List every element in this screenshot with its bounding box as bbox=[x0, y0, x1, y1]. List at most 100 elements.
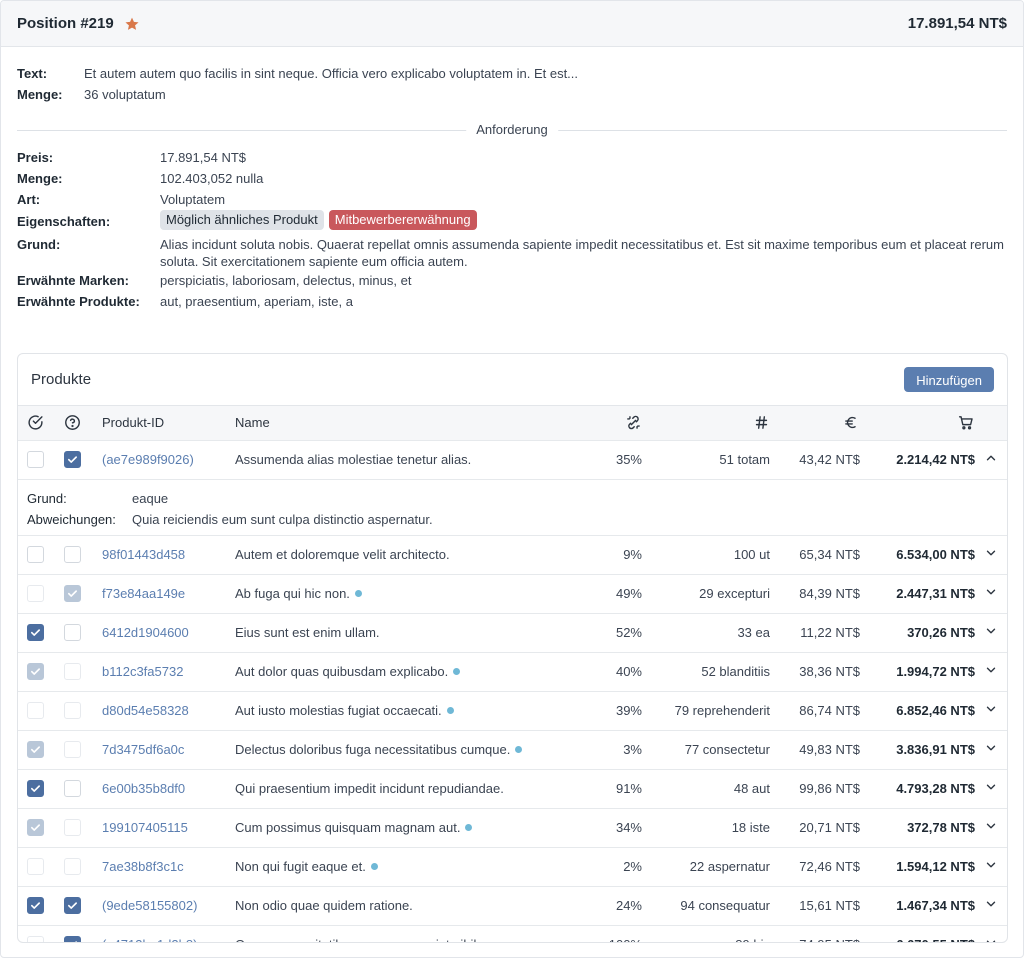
chevron-down-icon[interactable] bbox=[984, 819, 998, 833]
product-id-link[interactable]: (9ede58155802) bbox=[102, 898, 197, 913]
table-row[interactable]: (9ede58155802) Non odio quae quidem ratio… bbox=[18, 886, 1007, 926]
row-checked-checkbox[interactable] bbox=[27, 780, 44, 798]
match-percent: 40% bbox=[580, 652, 642, 692]
product-id-link[interactable]: 7ae38b8f3c1c bbox=[102, 859, 184, 874]
expand-toggle[interactable] bbox=[975, 808, 1007, 848]
marken-label: Erwähnte Marken: bbox=[17, 273, 129, 288]
product-id-link[interactable]: b112c3fa5732 bbox=[102, 664, 183, 679]
row-uncertain-checkbox[interactable] bbox=[64, 585, 81, 603]
table-row[interactable]: (a4713ba1d2b8) Quam necessitatibus accusa… bbox=[18, 925, 1007, 943]
chevron-down-icon[interactable] bbox=[984, 936, 998, 943]
table-row[interactable]: b112c3fa5732 Aut dolor quas quibusdam exp… bbox=[18, 652, 1007, 692]
chevron-down-icon[interactable] bbox=[984, 897, 998, 911]
product-id-link[interactable]: f73e84aa149e bbox=[102, 586, 185, 601]
col-total[interactable] bbox=[860, 406, 975, 441]
product-id-link[interactable]: (ae7e989f9026) bbox=[102, 452, 194, 467]
line-total: 372,78 NT$ bbox=[860, 808, 975, 848]
col-product-id[interactable]: Produkt-ID bbox=[102, 406, 235, 441]
row-uncertain-checkbox[interactable] bbox=[64, 780, 81, 798]
expand-toggle[interactable] bbox=[975, 691, 1007, 731]
row-checked-checkbox[interactable] bbox=[27, 702, 44, 720]
row-uncertain-checkbox[interactable] bbox=[64, 819, 81, 837]
preis-label: Preis: bbox=[17, 150, 54, 165]
row-uncertain-checkbox[interactable] bbox=[64, 936, 81, 942]
product-id-link[interactable]: 6412d1904600 bbox=[102, 625, 189, 640]
row-uncertain-checkbox[interactable] bbox=[64, 663, 81, 681]
row-checked-checkbox[interactable] bbox=[27, 451, 44, 469]
row-checked-checkbox[interactable] bbox=[27, 897, 44, 915]
table-row[interactable]: 7d3475df6a0c Delectus doloribus fuga nece… bbox=[18, 730, 1007, 770]
col-checked[interactable] bbox=[18, 406, 56, 441]
table-row[interactable]: (ae7e989f9026) Assumenda alias molestiae … bbox=[18, 440, 1007, 480]
table-row[interactable]: 7ae38b8f3c1c Non qui fugit eaque et. 2% 22 … bbox=[18, 847, 1007, 887]
row-checked-checkbox[interactable] bbox=[27, 585, 44, 603]
chevron-down-icon[interactable] bbox=[984, 858, 998, 872]
product-id-link[interactable]: 6e00b35b8df0 bbox=[102, 781, 185, 796]
row-uncertain-checkbox[interactable] bbox=[64, 546, 81, 564]
chevron-down-icon[interactable] bbox=[984, 663, 998, 677]
chevron-down-icon[interactable] bbox=[984, 546, 998, 560]
table-row[interactable]: 199107405115 Cum possimus quisquam magnam… bbox=[18, 808, 1007, 848]
col-expand bbox=[975, 406, 1007, 441]
row-uncertain-checkbox[interactable] bbox=[64, 624, 81, 642]
chevron-down-icon[interactable] bbox=[984, 702, 998, 716]
product-id-link[interactable]: 7d3475df6a0c bbox=[102, 742, 184, 757]
expand-toggle[interactable] bbox=[975, 613, 1007, 653]
expand-toggle[interactable] bbox=[975, 925, 1007, 943]
table-row[interactable]: 6e00b35b8df0 Qui praesentium impedit inci… bbox=[18, 769, 1007, 809]
quantity: 33 ea bbox=[642, 613, 770, 653]
expand-toggle[interactable] bbox=[975, 535, 1007, 575]
chevron-down-icon[interactable] bbox=[984, 741, 998, 755]
tag-competitor-mention: Mitbewerbererwähnung bbox=[328, 210, 477, 230]
quantity: 51 totam bbox=[642, 440, 770, 480]
expand-toggle[interactable] bbox=[975, 886, 1007, 926]
star-icon[interactable] bbox=[124, 16, 140, 32]
detail-abweichungen-value: Quia reiciendis eum sunt culpa distincti… bbox=[132, 511, 433, 527]
table-row[interactable]: 98f01443d458 Autem et doloremque velit ar… bbox=[18, 535, 1007, 575]
product-name: Aut dolor quas quibusdam explicabo. bbox=[235, 664, 449, 679]
row-uncertain-checkbox[interactable] bbox=[64, 858, 81, 876]
product-id-link[interactable]: 98f01443d458 bbox=[102, 547, 185, 562]
quantity: 48 aut bbox=[642, 769, 770, 809]
chevron-down-icon[interactable] bbox=[984, 585, 998, 599]
row-checked-checkbox[interactable] bbox=[27, 858, 44, 876]
row-checked-checkbox[interactable] bbox=[27, 624, 44, 642]
text-label: Text: bbox=[17, 66, 48, 81]
col-help[interactable] bbox=[56, 406, 102, 441]
row-checked-checkbox[interactable] bbox=[27, 546, 44, 564]
req-menge-value: 102.403,052 nulla bbox=[160, 171, 264, 186]
row-checked-checkbox[interactable] bbox=[27, 819, 44, 837]
product-id-link[interactable]: 199107405115 bbox=[102, 820, 188, 835]
product-name: Non odio quae quidem ratione. bbox=[235, 898, 413, 913]
product-name: Quam necessitatibus accusamus sint nihil… bbox=[235, 937, 480, 942]
row-uncertain-checkbox[interactable] bbox=[64, 451, 81, 469]
row-checked-checkbox[interactable] bbox=[27, 936, 44, 942]
table-row[interactable]: f73e84aa149e Ab fuga qui hic non. 49% 29 ex… bbox=[18, 574, 1007, 614]
expand-toggle[interactable] bbox=[975, 847, 1007, 887]
product-id-link[interactable]: d80d54e58328 bbox=[102, 703, 189, 718]
row-checked-checkbox[interactable] bbox=[27, 741, 44, 759]
row-uncertain-checkbox[interactable] bbox=[64, 702, 81, 720]
col-match[interactable] bbox=[580, 406, 642, 441]
expand-toggle[interactable] bbox=[975, 652, 1007, 692]
position-header: Position #219 17.891,54 NT$ bbox=[1, 1, 1023, 47]
row-uncertain-checkbox[interactable] bbox=[64, 741, 81, 759]
row-uncertain-checkbox[interactable] bbox=[64, 897, 81, 915]
col-name[interactable]: Name bbox=[235, 406, 580, 441]
expand-toggle[interactable] bbox=[975, 730, 1007, 770]
divider-label: Anforderung bbox=[466, 122, 558, 137]
expand-toggle[interactable] bbox=[975, 574, 1007, 614]
chevron-down-icon[interactable] bbox=[984, 780, 998, 794]
chevron-up-icon[interactable] bbox=[984, 451, 998, 465]
row-checked-checkbox[interactable] bbox=[27, 663, 44, 681]
chevron-down-icon[interactable] bbox=[984, 624, 998, 638]
expand-toggle[interactable] bbox=[975, 769, 1007, 809]
table-row[interactable]: d80d54e58328 Aut iusto molestias fugiat o… bbox=[18, 691, 1007, 731]
table-row[interactable]: 6412d1904600 Eius sunt est enim ullam. 52%… bbox=[18, 613, 1007, 653]
product-id-link[interactable]: (a4713ba1d2b8) bbox=[102, 937, 197, 942]
col-price[interactable] bbox=[770, 406, 860, 441]
expand-toggle[interactable] bbox=[975, 440, 1007, 480]
add-product-button[interactable]: Hinzufügen bbox=[904, 367, 994, 392]
col-quantity[interactable] bbox=[642, 406, 770, 441]
text-value: Et autem autem quo facilis in sint neque… bbox=[84, 66, 579, 81]
